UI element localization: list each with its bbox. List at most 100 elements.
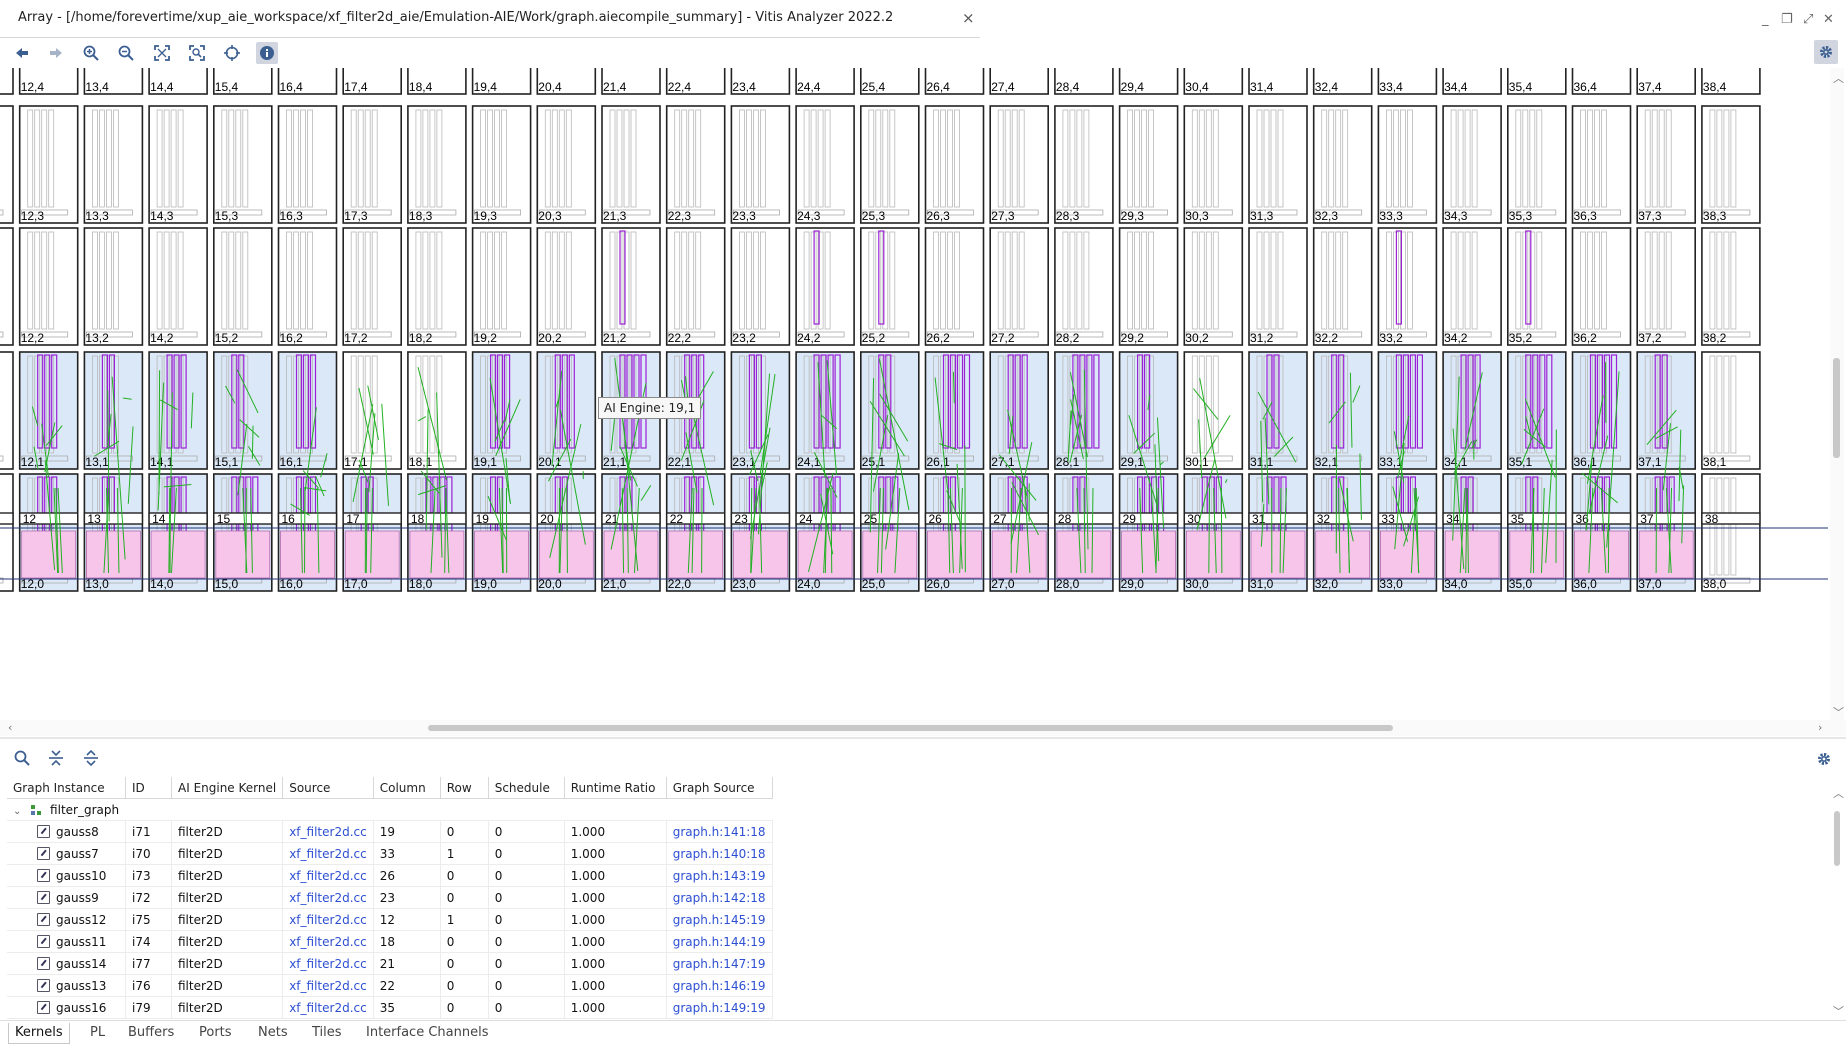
tab-close-icon[interactable]: ×: [962, 9, 975, 27]
chevron-down-icon[interactable]: ⌄: [13, 806, 21, 817]
aie-tile[interactable]: 16,3: [277, 105, 338, 224]
aie-tile[interactable]: 38,3: [1701, 105, 1761, 224]
column-header[interactable]: Runtime Ratio: [564, 777, 667, 799]
aie-tile[interactable]: 24,1: [795, 351, 855, 470]
aie-tile[interactable]: 23,2: [730, 227, 791, 346]
scroll-left-icon[interactable]: ‹: [8, 721, 12, 734]
aie-tile[interactable]: 36,2: [1571, 227, 1632, 346]
aie-tile[interactable]: 15,2: [213, 227, 273, 346]
shim-tile[interactable]: 37: [1636, 512, 1696, 526]
aie-tile[interactable]: 34,3: [1442, 105, 1502, 224]
aie-tile[interactable]: 34,1: [1442, 351, 1502, 470]
aie-tile[interactable]: 31,4: [1248, 68, 1308, 95]
cell-source[interactable]: xf_filter2d.cc: [282, 864, 374, 887]
pl-block[interactable]: [1056, 530, 1112, 579]
aie-tile[interactable]: 11,0: [0, 473, 14, 592]
shim-tile[interactable]: 20: [536, 512, 596, 526]
aie-tile[interactable]: 33,2: [1377, 227, 1438, 346]
aie-tile[interactable]: 33,1: [1377, 351, 1438, 470]
column-header[interactable]: Column: [373, 777, 441, 799]
shim-tile[interactable]: 13: [83, 512, 144, 526]
aie-tile[interactable]: 13,1: [83, 351, 144, 470]
panel-divider[interactable]: [0, 737, 1846, 739]
aie-tile[interactable]: 34,2: [1442, 227, 1502, 346]
aie-tile[interactable]: 29,3: [1118, 105, 1179, 224]
scroll-right-icon[interactable]: ›: [1818, 721, 1822, 734]
aie-tile[interactable]: 12,3: [18, 105, 79, 224]
column-header[interactable]: Schedule: [488, 777, 565, 799]
aie-tile[interactable]: 18,4: [407, 68, 467, 95]
aie-tile[interactable]: 28,3: [1054, 105, 1114, 224]
shim-tile[interactable]: 15: [213, 512, 273, 526]
minimize-icon[interactable]: _: [1762, 12, 1769, 27]
aie-tile[interactable]: 15,4: [213, 68, 273, 95]
aie-tile[interactable]: 18,2: [407, 227, 467, 346]
cell-source[interactable]: xf_filter2d.cc: [282, 952, 374, 975]
aie-tile[interactable]: 25,2: [859, 227, 920, 346]
aie-tile[interactable]: 15,1: [213, 351, 273, 470]
aie-tile[interactable]: 30,2: [1183, 227, 1244, 346]
aie-tile[interactable]: 21,3: [601, 105, 661, 224]
shim-tile[interactable]: 22: [666, 512, 726, 526]
aie-tile[interactable]: 22,4: [665, 68, 726, 95]
auto-fit-icon[interactable]: [221, 42, 243, 64]
shim-tile[interactable]: 29: [1118, 512, 1179, 526]
aie-tile[interactable]: 17,3: [342, 105, 403, 224]
shim-tile[interactable]: 33: [1377, 512, 1438, 526]
shim-tile[interactable]: 34: [1442, 512, 1502, 526]
column-header[interactable]: Graph Instance: [7, 777, 126, 799]
scroll-down-icon[interactable]: ﹀: [1833, 704, 1844, 720]
aie-tile[interactable]: 27,4: [989, 68, 1050, 95]
shim-tile[interactable]: 31: [1248, 512, 1308, 526]
cell-source[interactable]: xf_filter2d.cc: [282, 820, 374, 843]
aie-tile[interactable]: 26,2: [924, 227, 985, 346]
gear-icon[interactable]: [1816, 751, 1832, 770]
aie-tile[interactable]: 35,4: [1507, 68, 1567, 95]
shim-tile[interactable]: 38: [1701, 512, 1761, 526]
aie-tile[interactable]: 36,3: [1571, 105, 1632, 224]
tab-buffers[interactable]: Buffers: [122, 1023, 180, 1043]
window-close-icon[interactable]: ✕: [1823, 12, 1834, 27]
cell-source[interactable]: xf_filter2d.cc: [282, 974, 374, 997]
aie-array-diagram[interactable]: 11,4 11,3 11,2 11,1 11,011 12,4 12,3 12,2 12,1 12…: [0, 68, 1828, 720]
scroll-up-icon[interactable]: ︿: [1833, 785, 1844, 801]
aie-tile[interactable]: 20,4: [536, 68, 597, 95]
aie-tile[interactable]: 32,1: [1312, 351, 1373, 470]
pl-block[interactable]: [344, 530, 400, 579]
aie-tile[interactable]: 20,3: [536, 105, 597, 224]
aie-tile[interactable]: 13,3: [83, 105, 144, 224]
pl-block[interactable]: [409, 530, 465, 579]
cell-graph-source[interactable]: graph.h:147:19: [666, 952, 773, 975]
aie-tile[interactable]: 30,4: [1183, 68, 1244, 95]
column-header[interactable]: AI Engine Kernel: [171, 777, 284, 799]
cell-source[interactable]: xf_filter2d.cc: [282, 886, 374, 909]
pl-block[interactable]: [668, 530, 724, 579]
aie-tile[interactable]: 37,1: [1636, 351, 1696, 470]
net[interactable]: [1208, 487, 1211, 574]
zoom-selection-icon[interactable]: [186, 42, 208, 64]
search-icon[interactable]: [11, 747, 33, 769]
aie-tile[interactable]: 21,2: [601, 227, 661, 346]
aie-tile[interactable]: 38,1: [1701, 351, 1761, 470]
pl-block[interactable]: [21, 530, 77, 579]
aie-tile[interactable]: 20,2: [536, 227, 597, 346]
aie-tile[interactable]: 13,2: [83, 227, 144, 346]
aie-tile[interactable]: 27,2: [989, 227, 1050, 346]
table-row[interactable]: gauss7 i70 filter2D xf_filter2d.cc 33 1 0 1.000…: [7, 842, 773, 865]
aie-tile[interactable]: 26,1: [924, 351, 985, 470]
aie-tile[interactable]: 11,1: [0, 351, 14, 470]
cell-graph-source[interactable]: graph.h:144:19: [666, 930, 773, 953]
tree-group-row[interactable]: ⌄ filter_graph: [7, 798, 773, 821]
zoom-out-icon[interactable]: [115, 42, 137, 64]
pl-block[interactable]: [1250, 530, 1306, 579]
aie-tile[interactable]: 36,1: [1571, 351, 1632, 470]
table-row[interactable]: gauss8 i71 filter2D xf_filter2d.cc 19 0 0 1.000…: [7, 820, 773, 843]
tab-interface-channels[interactable]: Interface Channels: [360, 1023, 494, 1043]
scroll-up-icon[interactable]: ︿: [1833, 70, 1844, 86]
table-row[interactable]: gauss10 i73 filter2D xf_filter2d.cc 26 0 0 1.00…: [7, 864, 773, 887]
pl-block[interactable]: [862, 530, 918, 579]
tab-kernels[interactable]: Kernels: [8, 1023, 70, 1044]
cell-source[interactable]: xf_filter2d.cc: [282, 842, 374, 865]
shim-tile[interactable]: 21: [601, 512, 661, 526]
cell-graph-source[interactable]: graph.h:142:18: [666, 886, 773, 909]
